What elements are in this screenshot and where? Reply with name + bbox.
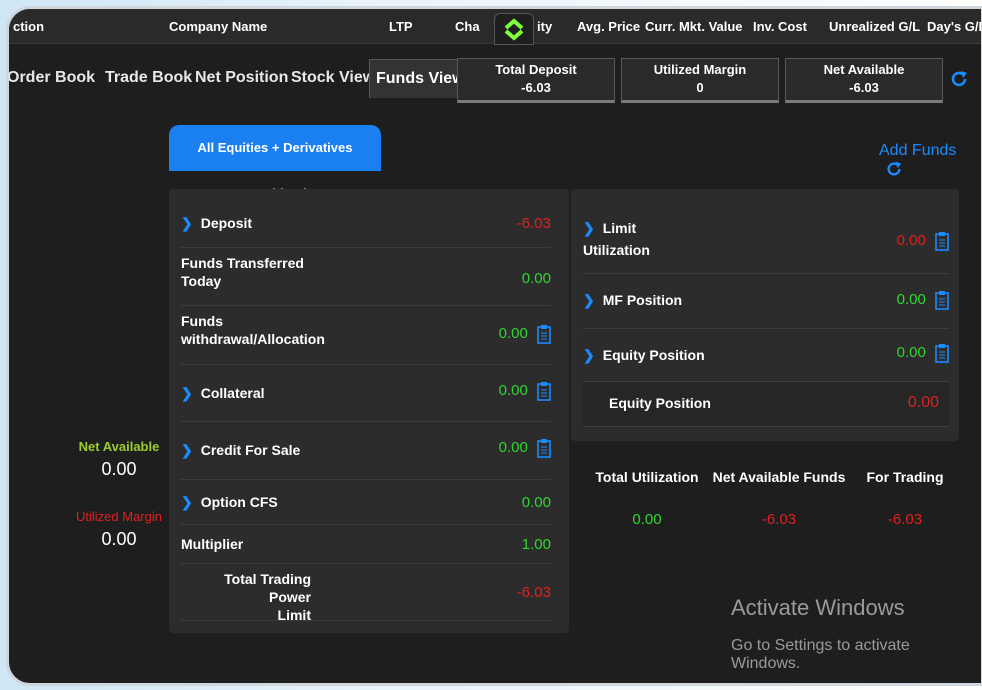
utilized-margin-box: Utilized Margin 0 [621,58,779,103]
clipboard-icon[interactable] [537,438,551,458]
tab-trade-book[interactable]: Trade Book [105,59,192,97]
side-utilized-margin-label: Utilized Margin [76,509,162,524]
add-funds-link[interactable]: Add Funds [879,142,981,178]
col-header-unrealized[interactable]: Unrealized G/L [829,19,920,34]
row-label: Collateral [200,385,265,401]
net-available-box: Net Available -6.03 [785,58,943,103]
funds-right-panel: ❯ Limit Utilization 0.00 ❯ MF Position 0.0… [571,189,959,441]
refresh-icon[interactable] [949,69,969,89]
row-label: Multiplier [181,536,244,552]
expand-chevron-icon: ❯ [181,494,193,510]
row-label: MF Position [602,292,683,308]
row-value: 0.00 [498,381,528,399]
col-header-ltp[interactable]: LTP [389,19,413,34]
total-deposit-label: Total Deposit [495,62,577,77]
row-label: Credit For Sale [200,442,301,458]
row-label: Deposit [200,215,253,231]
row-label: Funds Transferred Today [181,255,304,289]
col-header-days-gl[interactable]: Day's G/L [927,19,981,34]
row-option-cfs[interactable]: ❯ Option CFS 0.00 [181,480,551,525]
expand-chevron-icon: ❯ [181,442,193,458]
col-header-mkt-value[interactable]: Curr. Mkt. Value [645,19,743,34]
utilized-margin-label: Utilized Margin [653,62,747,77]
net-available-label: Net Available [823,62,905,77]
clipboard-icon[interactable] [935,343,949,363]
row-value: 0.00 [498,324,528,342]
app-window: ction Company Name LTP Cha ity Avg. Pric… [6,6,982,686]
add-funds-refresh-icon [887,161,902,176]
row-total-trading-power: Total Trading Power Limit -6.03 [181,564,551,623]
net-available-value: -6.03 [849,80,879,95]
for-trading-value: -6.03 [887,511,923,528]
clipboard-icon[interactable] [537,381,551,401]
clipboard-icon[interactable] [537,324,551,344]
chevron-toggle-icon [504,18,524,41]
net-available-funds-label: Net Available Funds [712,469,846,485]
utilized-margin-value: 0 [696,80,704,95]
row-label: Equity Position [602,347,705,363]
row-label: Funds withdrawal/Allocation [181,313,325,347]
segment-combined-tab[interactable]: All Equities + Derivatives Combined [169,125,381,201]
row-value: 0.00 [896,343,926,361]
activate-windows-title: Activate Windows [731,595,905,620]
row-collateral[interactable]: ❯ Collateral 0.00 [181,365,551,422]
col-header-company[interactable]: Company Name [169,19,267,34]
row-funds-transferred: Funds Transferred Today 0.00 [181,248,551,306]
total-utilization-label: Total Utilization [595,469,699,485]
net-available-funds-value: -6.03 [761,511,797,528]
row-value: 0.00 [896,290,926,308]
clipboard-icon[interactable] [935,290,949,310]
funds-left-panel: ❯ Deposit -6.03 Funds Transferred Today 0… [169,189,569,633]
row-value: 1.00 [521,536,551,553]
col-header-change[interactable]: Cha [455,19,480,34]
row-equity-position[interactable]: ❯ Equity Position 0.00 [583,329,949,382]
row-multiplier: Multiplier 1.00 [181,525,551,564]
row-deposit[interactable]: ❯ Deposit -6.03 [181,195,551,248]
side-net-available-value: 0.00 [101,459,137,479]
collapse-toggle-button[interactable] [494,13,534,45]
side-utilized-margin-value: 0.00 [101,529,137,549]
row-label: Equity Position [609,395,711,411]
row-value: 0.00 [521,494,551,511]
expand-chevron-icon: ❯ [583,220,595,236]
col-header-quantity[interactable]: ity [537,19,552,34]
col-header-action[interactable]: ction [13,19,44,34]
row-mf-position[interactable]: ❯ MF Position 0.00 [583,274,949,329]
clipboard-icon[interactable] [935,231,949,251]
row-value: 0.00 [521,270,551,287]
row-value: 0.00 [498,438,528,456]
row-value: 0.00 [896,231,926,249]
row-value: -6.03 [516,584,551,601]
col-header-avg-price[interactable]: Avg. Price [577,19,640,34]
total-deposit-box: Total Deposit -6.03 [457,58,615,103]
row-limit-utilization[interactable]: ❯ Limit Utilization 0.00 [583,213,949,274]
activate-windows-subtitle: Go to Settings to activate Windows. [731,637,910,672]
add-funds-label: Add Funds [879,142,957,159]
row-label: Total Trading Power Limit [224,571,311,623]
expand-chevron-icon: ❯ [583,347,595,363]
tab-net-position[interactable]: Net Position [195,59,288,97]
col-header-inv-cost[interactable]: Inv. Cost [753,19,807,34]
row-value: 0.00 [907,394,939,411]
row-value: -6.03 [516,215,551,232]
tab-order-book[interactable]: Order Book [9,59,95,97]
row-funds-withdrawal: Funds withdrawal/Allocation 0.00 [181,306,551,365]
tab-bar: Order Book Trade Book Net Position Stock… [9,55,981,103]
row-equity-position-total: Equity Position 0.00 [583,382,949,427]
tab-stock-view[interactable]: Stock View [291,59,375,97]
expand-chevron-icon: ❯ [583,292,595,308]
row-label: Option CFS [200,494,278,510]
expand-chevron-icon: ❯ [181,215,193,231]
total-utilization-value: 0.00 [632,511,662,528]
expand-chevron-icon: ❯ [181,385,193,401]
for-trading-label: For Trading [866,469,944,485]
total-deposit-value: -6.03 [521,80,551,95]
side-net-available-label: Net Available [78,439,160,454]
row-credit-for-sale[interactable]: ❯ Credit For Sale 0.00 [181,422,551,480]
